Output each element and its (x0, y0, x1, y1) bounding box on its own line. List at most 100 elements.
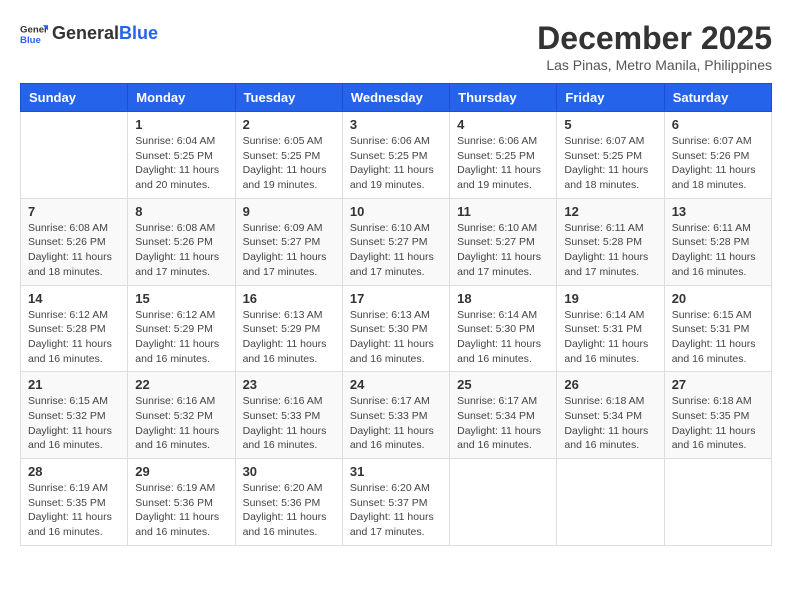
table-row: 17 Sunrise: 6:13 AM Sunset: 5:30 PM Dayli… (342, 285, 449, 372)
day-number: 26 (564, 377, 656, 392)
calendar-week-row: 14 Sunrise: 6:12 AM Sunset: 5:28 PM Dayli… (21, 285, 772, 372)
day-info: Sunrise: 6:18 AM Sunset: 5:34 PM Dayligh… (564, 394, 656, 453)
logo-icon: General Blue (20, 20, 48, 48)
day-info: Sunrise: 6:12 AM Sunset: 5:28 PM Dayligh… (28, 308, 120, 367)
col-wednesday: Wednesday (342, 84, 449, 112)
day-number: 31 (350, 464, 442, 479)
table-row: 30 Sunrise: 6:20 AM Sunset: 5:36 PM Dayli… (235, 459, 342, 546)
table-row: 6 Sunrise: 6:07 AM Sunset: 5:26 PM Daylig… (664, 112, 771, 199)
day-info: Sunrise: 6:07 AM Sunset: 5:25 PM Dayligh… (564, 134, 656, 193)
table-row: 21Sunrise: 6:15 AM Sunset: 5:32 PM Dayli… (21, 372, 128, 459)
day-number: 22 (135, 377, 227, 392)
day-number: 9 (243, 204, 335, 219)
day-info: Sunrise: 6:07 AM Sunset: 5:26 PM Dayligh… (672, 134, 764, 193)
day-number: 5 (564, 117, 656, 132)
table-row: 8Sunrise: 6:08 AM Sunset: 5:26 PM Daylig… (128, 198, 235, 285)
day-number: 24 (350, 377, 442, 392)
day-info: Sunrise: 6:14 AM Sunset: 5:31 PM Dayligh… (564, 308, 656, 367)
day-info: Sunrise: 6:08 AM Sunset: 5:26 PM Dayligh… (135, 221, 227, 280)
table-row: 20 Sunrise: 6:15 AM Sunset: 5:31 PM Dayli… (664, 285, 771, 372)
day-info: Sunrise: 6:15 AM Sunset: 5:31 PM Dayligh… (672, 308, 764, 367)
day-number: 16 (243, 291, 335, 306)
day-number: 13 (672, 204, 764, 219)
day-number: 15 (135, 291, 227, 306)
day-number: 29 (135, 464, 227, 479)
day-info: Sunrise: 6:16 AM Sunset: 5:33 PM Dayligh… (243, 394, 335, 453)
day-info: Sunrise: 6:19 AM Sunset: 5:36 PM Dayligh… (135, 481, 227, 540)
table-row: 31 Sunrise: 6:20 AM Sunset: 5:37 PM Dayli… (342, 459, 449, 546)
table-row: 29 Sunrise: 6:19 AM Sunset: 5:36 PM Dayli… (128, 459, 235, 546)
logo: General Blue GeneralBlue (20, 20, 158, 48)
day-info: Sunrise: 6:17 AM Sunset: 5:34 PM Dayligh… (457, 394, 549, 453)
col-thursday: Thursday (450, 84, 557, 112)
title-section: December 2025 Las Pinas, Metro Manila, P… (537, 20, 772, 73)
day-number: 28 (28, 464, 120, 479)
col-monday: Monday (128, 84, 235, 112)
calendar-week-row: 21Sunrise: 6:15 AM Sunset: 5:32 PM Dayli… (21, 372, 772, 459)
day-number: 27 (672, 377, 764, 392)
day-number: 30 (243, 464, 335, 479)
table-row (450, 459, 557, 546)
day-info: Sunrise: 6:19 AM Sunset: 5:35 PM Dayligh… (28, 481, 120, 540)
day-number: 3 (350, 117, 442, 132)
table-row: 3 Sunrise: 6:06 AM Sunset: 5:25 PM Daylig… (342, 112, 449, 199)
day-info: Sunrise: 6:17 AM Sunset: 5:33 PM Dayligh… (350, 394, 442, 453)
day-number: 17 (350, 291, 442, 306)
month-title: December 2025 (537, 20, 772, 57)
day-info: Sunrise: 6:11 AM Sunset: 5:28 PM Dayligh… (672, 221, 764, 280)
table-row: 22 Sunrise: 6:16 AM Sunset: 5:32 PM Dayli… (128, 372, 235, 459)
table-row: 16Sunrise: 6:13 AM Sunset: 5:29 PM Dayli… (235, 285, 342, 372)
table-row: 26 Sunrise: 6:18 AM Sunset: 5:34 PM Dayli… (557, 372, 664, 459)
day-info: Sunrise: 6:09 AM Sunset: 5:27 PM Dayligh… (243, 221, 335, 280)
header: General Blue GeneralBlue December 2025 L… (20, 20, 772, 73)
table-row: 5 Sunrise: 6:07 AM Sunset: 5:25 PM Daylig… (557, 112, 664, 199)
svg-text:Blue: Blue (20, 35, 41, 46)
col-sunday: Sunday (21, 84, 128, 112)
table-row: 28 Sunrise: 6:19 AM Sunset: 5:35 PM Dayli… (21, 459, 128, 546)
day-info: Sunrise: 6:08 AM Sunset: 5:26 PM Dayligh… (28, 221, 120, 280)
calendar-week-row: 7 Sunrise: 6:08 AM Sunset: 5:26 PM Daylig… (21, 198, 772, 285)
day-number: 6 (672, 117, 764, 132)
day-info: Sunrise: 6:20 AM Sunset: 5:36 PM Dayligh… (243, 481, 335, 540)
day-number: 7 (28, 204, 120, 219)
day-info: Sunrise: 6:18 AM Sunset: 5:35 PM Dayligh… (672, 394, 764, 453)
day-number: 20 (672, 291, 764, 306)
logo-blue-text: Blue (119, 23, 158, 43)
table-row: 13 Sunrise: 6:11 AM Sunset: 5:28 PM Dayli… (664, 198, 771, 285)
table-row: 4Sunrise: 6:06 AM Sunset: 5:25 PM Daylig… (450, 112, 557, 199)
table-row: 7 Sunrise: 6:08 AM Sunset: 5:26 PM Daylig… (21, 198, 128, 285)
table-row: 19Sunrise: 6:14 AM Sunset: 5:31 PM Dayli… (557, 285, 664, 372)
col-saturday: Saturday (664, 84, 771, 112)
table-row: 1Sunrise: 6:04 AM Sunset: 5:25 PM Daylig… (128, 112, 235, 199)
table-row: 25Sunrise: 6:17 AM Sunset: 5:34 PM Dayli… (450, 372, 557, 459)
table-row: 11Sunrise: 6:10 AM Sunset: 5:27 PM Dayli… (450, 198, 557, 285)
table-row (664, 459, 771, 546)
table-row: 14 Sunrise: 6:12 AM Sunset: 5:28 PM Dayli… (21, 285, 128, 372)
calendar-week-row: 1Sunrise: 6:04 AM Sunset: 5:25 PM Daylig… (21, 112, 772, 199)
calendar-week-row: 28 Sunrise: 6:19 AM Sunset: 5:35 PM Dayli… (21, 459, 772, 546)
day-number: 1 (135, 117, 227, 132)
location-title: Las Pinas, Metro Manila, Philippines (537, 57, 772, 73)
day-info: Sunrise: 6:14 AM Sunset: 5:30 PM Dayligh… (457, 308, 549, 367)
table-row (21, 112, 128, 199)
day-info: Sunrise: 6:13 AM Sunset: 5:30 PM Dayligh… (350, 308, 442, 367)
table-row: 10 Sunrise: 6:10 AM Sunset: 5:27 PM Dayli… (342, 198, 449, 285)
table-row (557, 459, 664, 546)
table-row: 27 Sunrise: 6:18 AM Sunset: 5:35 PM Dayli… (664, 372, 771, 459)
table-row: 18Sunrise: 6:14 AM Sunset: 5:30 PM Dayli… (450, 285, 557, 372)
calendar-header-row: Sunday Monday Tuesday Wednesday Thursday… (21, 84, 772, 112)
logo-general-text: General (52, 23, 119, 43)
day-info: Sunrise: 6:12 AM Sunset: 5:29 PM Dayligh… (135, 308, 227, 367)
day-info: Sunrise: 6:06 AM Sunset: 5:25 PM Dayligh… (350, 134, 442, 193)
day-number: 12 (564, 204, 656, 219)
day-number: 10 (350, 204, 442, 219)
day-info: Sunrise: 6:10 AM Sunset: 5:27 PM Dayligh… (350, 221, 442, 280)
day-info: Sunrise: 6:20 AM Sunset: 5:37 PM Dayligh… (350, 481, 442, 540)
day-number: 23 (243, 377, 335, 392)
table-row: 23 Sunrise: 6:16 AM Sunset: 5:33 PM Dayli… (235, 372, 342, 459)
day-info: Sunrise: 6:05 AM Sunset: 5:25 PM Dayligh… (243, 134, 335, 193)
day-number: 14 (28, 291, 120, 306)
day-number: 11 (457, 204, 549, 219)
day-info: Sunrise: 6:16 AM Sunset: 5:32 PM Dayligh… (135, 394, 227, 453)
day-info: Sunrise: 6:11 AM Sunset: 5:28 PM Dayligh… (564, 221, 656, 280)
